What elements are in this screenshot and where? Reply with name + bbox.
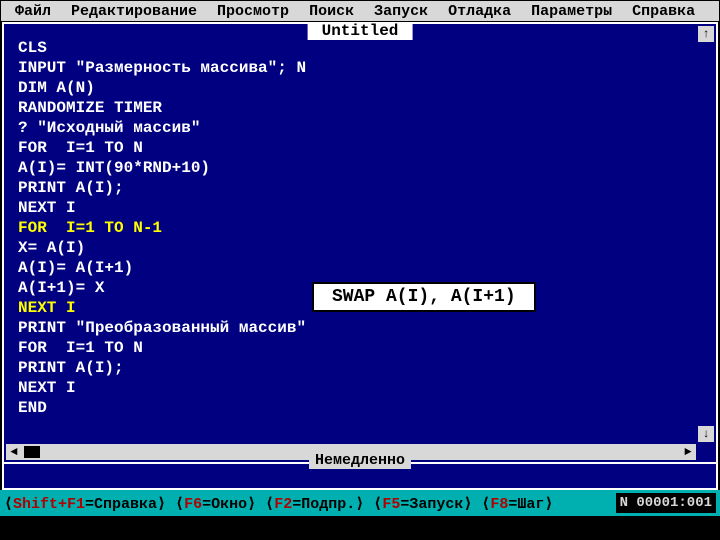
menu-help[interactable]: Справка (622, 2, 705, 21)
menu-debug[interactable]: Отладка (438, 2, 521, 21)
statusbar: ⟨Shift+F1=Справка⟩ ⟨F6=Окно⟩ ⟨F2=Подпр.⟩… (0, 490, 720, 516)
scroll-up-button[interactable]: ↑ (698, 26, 714, 42)
menu-edit[interactable]: Редактирование (61, 2, 207, 21)
menu-search[interactable]: Поиск (299, 2, 364, 21)
editor-window: Untitled ↑ CLSINPUT "Размерность массива… (2, 22, 718, 490)
menubar: Файл Редактирование Просмотр Поиск Запус… (0, 0, 720, 22)
swap-annotation: SWAP A(I), A(I+1) (312, 282, 536, 312)
scroll-down-button[interactable]: ↓ (698, 426, 714, 442)
scroll-right-icon[interactable]: ► (680, 444, 696, 460)
menu-file[interactable]: Файл (5, 2, 61, 21)
status-hints: ⟨Shift+F1=Справка⟩ ⟨F6=Окно⟩ ⟨F2=Подпр.⟩… (4, 494, 610, 513)
menu-run[interactable]: Запуск (364, 2, 438, 21)
window-title: Untitled (308, 22, 413, 40)
immediate-label: Немедленно (309, 452, 411, 469)
cursor-position: N 00001:001 (616, 493, 716, 513)
hscroll-thumb[interactable] (24, 446, 40, 458)
immediate-window[interactable]: Немедленно (4, 462, 716, 488)
code-area[interactable]: CLSINPUT "Размерность массива"; NDIM A(N… (4, 24, 716, 420)
menu-options[interactable]: Параметры (521, 2, 622, 21)
menu-view[interactable]: Просмотр (207, 2, 299, 21)
scroll-left-icon[interactable]: ◄ (6, 444, 22, 460)
